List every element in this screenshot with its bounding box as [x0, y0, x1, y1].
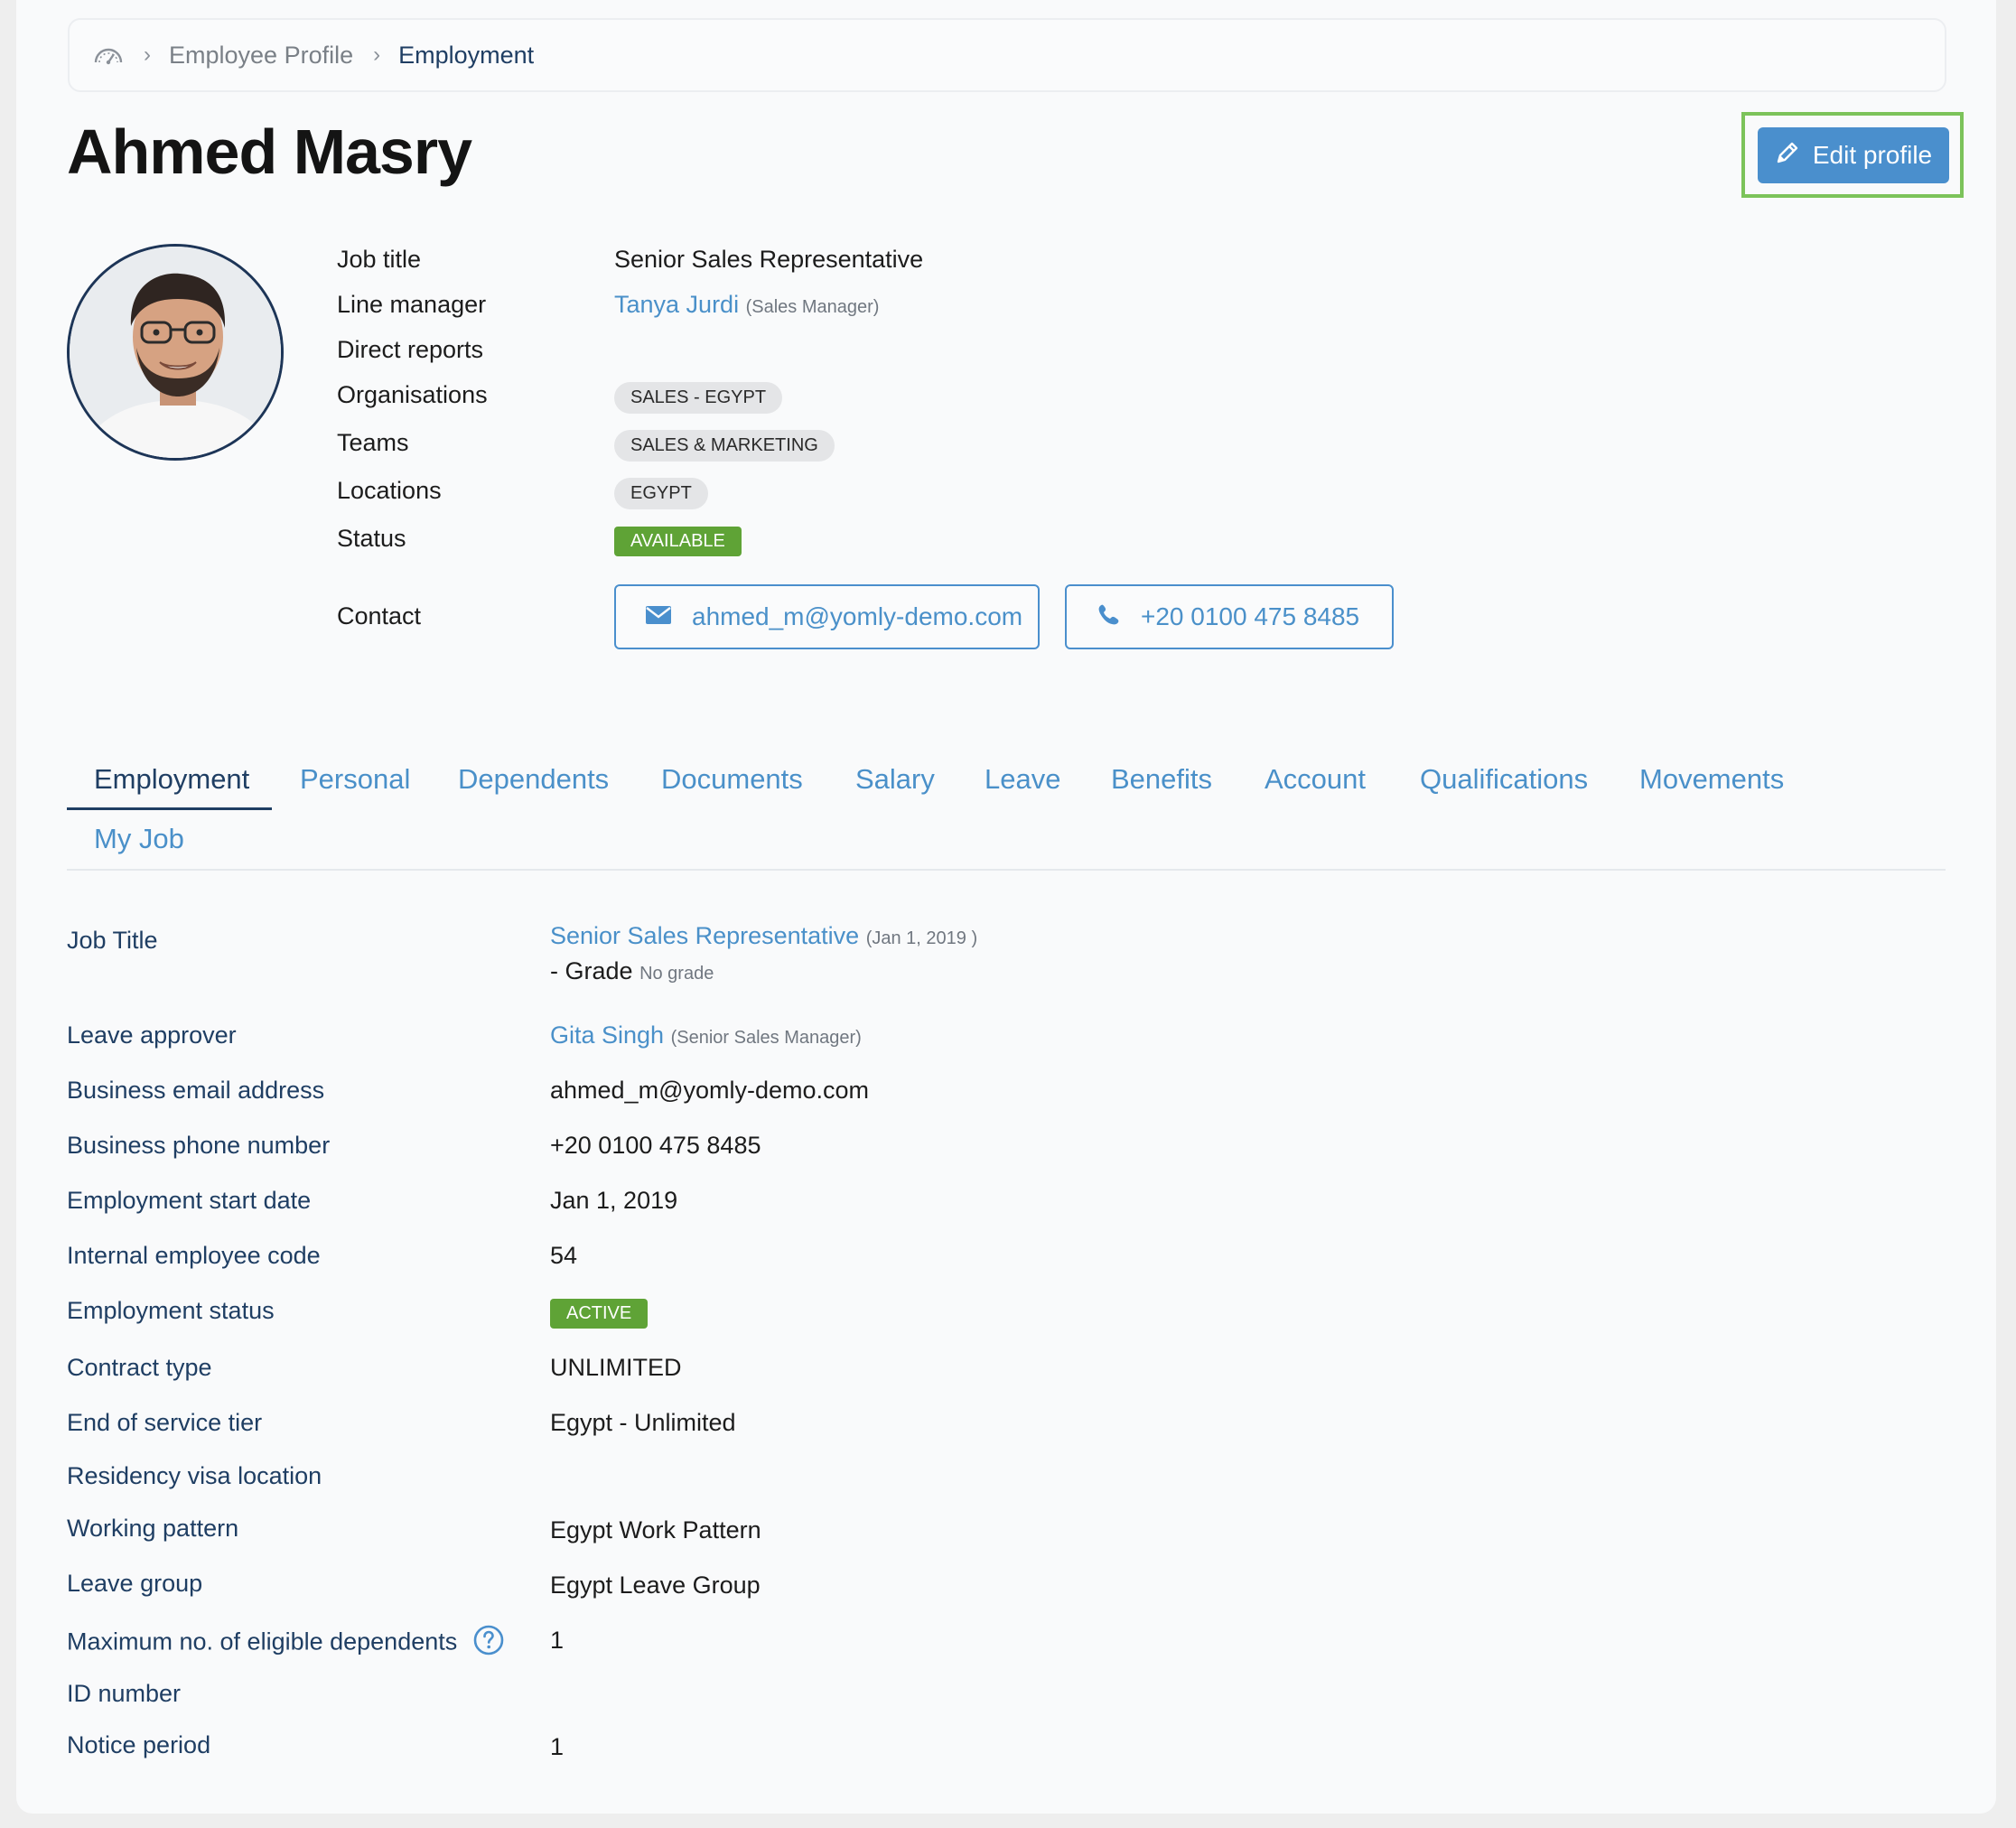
- tab-salary[interactable]: Salary: [855, 763, 935, 796]
- avatar: [67, 244, 284, 461]
- envelope-icon: [645, 602, 672, 631]
- leave-approver-link[interactable]: Gita Singh: [550, 1021, 664, 1049]
- leave-approver-role: (Senior Sales Manager): [670, 1028, 862, 1048]
- row-label: End of service tier: [67, 1409, 263, 1436]
- grade-value: No grade: [639, 964, 714, 984]
- chevron-right-icon: ›: [144, 42, 151, 67]
- label-organisations: Organisations: [337, 381, 488, 408]
- row-label: Maximum no. of eligible dependents: [67, 1627, 458, 1655]
- locations-value: EGYPT: [614, 477, 708, 509]
- row-label: Employment status: [67, 1297, 275, 1324]
- edit-profile-label: Edit profile: [1812, 141, 1933, 169]
- tab-my-job[interactable]: My Job: [94, 823, 184, 855]
- label-locations: Locations: [337, 477, 442, 504]
- row-label: Business phone number: [67, 1132, 331, 1159]
- row-value: Jan 1, 2019: [550, 1187, 678, 1214]
- row-value: Egypt Leave Group: [550, 1572, 761, 1599]
- tab-account[interactable]: Account: [1265, 763, 1366, 796]
- line-manager-role: (Sales Manager): [745, 297, 880, 317]
- breadcrumb-employment: Employment: [398, 41, 535, 69]
- status-value: AVAILABLE: [614, 525, 742, 556]
- chevron-right-icon: ›: [373, 42, 381, 67]
- email-text: ahmed_m@yomly-demo.com: [692, 602, 1023, 630]
- tab-benefits[interactable]: Benefits: [1111, 763, 1212, 796]
- tab-movements[interactable]: Movements: [1639, 763, 1784, 796]
- row-value: +20 0100 475 8485: [550, 1132, 761, 1159]
- row-value: Egypt Work Pattern: [550, 1516, 761, 1544]
- row-value: 54: [550, 1242, 578, 1269]
- row-label: Employment start date: [67, 1187, 312, 1214]
- tab-employment[interactable]: Employment: [94, 763, 249, 796]
- label-status: Status: [337, 525, 406, 552]
- row-label: Internal employee code: [67, 1242, 321, 1269]
- phone-text: +20 0100 475 8485: [1141, 602, 1360, 630]
- line-manager-link[interactable]: Tanya Jurdi: [614, 291, 739, 318]
- job-title-value: Senior Sales Representative: [614, 246, 924, 273]
- organisations-value: SALES - EGYPT: [614, 381, 783, 414]
- tabs-divider: [67, 869, 1946, 871]
- job-title-detail: Senior Sales Representative (Jan 1, 2019…: [550, 919, 977, 990]
- phone-icon: [1096, 602, 1121, 633]
- max-dependents-label-wrap: Maximum no. of eligible dependents: [67, 1625, 504, 1662]
- edit-profile-button[interactable]: Edit profile: [1758, 127, 1949, 183]
- row-value: ahmed_m@yomly-demo.com: [550, 1077, 870, 1104]
- page-title: Ahmed Masry: [67, 117, 472, 187]
- phone-contact-button[interactable]: +20 0100 475 8485: [1065, 584, 1394, 649]
- row-value: 1: [550, 1733, 565, 1760]
- row-label: Leave group: [67, 1570, 203, 1597]
- label-job-title: Job title: [337, 246, 422, 273]
- pencil-icon: [1775, 140, 1800, 172]
- row-value: UNLIMITED: [550, 1354, 682, 1381]
- organisation-chip: SALES - EGYPT: [614, 382, 783, 414]
- active-tab-indicator: [67, 807, 272, 810]
- leave-approver-value: Gita Singh (Senior Sales Manager): [550, 1021, 862, 1049]
- job-title-link[interactable]: Senior Sales Representative: [550, 922, 859, 949]
- grade-prefix: - Grade: [550, 957, 633, 984]
- row-label: Contract type: [67, 1354, 212, 1381]
- email-contact-button[interactable]: ahmed_m@yomly-demo.com: [614, 584, 1040, 649]
- row-label: Business email address: [67, 1077, 325, 1104]
- profile-panel: [16, 0, 1996, 1814]
- row-label: Leave approver: [67, 1021, 237, 1049]
- status-badge: AVAILABLE: [614, 527, 742, 556]
- tab-dependents[interactable]: Dependents: [458, 763, 609, 796]
- row-label: Residency visa location: [67, 1462, 322, 1489]
- line-manager-value: Tanya Jurdi (Sales Manager): [614, 291, 879, 319]
- tab-documents[interactable]: Documents: [661, 763, 803, 796]
- row-label: ID number: [67, 1680, 182, 1707]
- tab-personal[interactable]: Personal: [300, 763, 410, 796]
- employment-status-value: ACTIVE: [550, 1297, 649, 1329]
- tab-qualifications[interactable]: Qualifications: [1420, 763, 1588, 796]
- question-circle-icon[interactable]: [473, 1625, 504, 1662]
- location-chip: EGYPT: [614, 478, 708, 509]
- tab-leave[interactable]: Leave: [985, 763, 1060, 796]
- team-chip: SALES & MARKETING: [614, 430, 835, 462]
- label-line-manager: Line manager: [337, 291, 487, 318]
- row-value: 1: [550, 1627, 565, 1654]
- row-label: Job Title: [67, 927, 158, 954]
- row-label: Working pattern: [67, 1515, 239, 1542]
- breadcrumb: › Employee Profile › Employment: [68, 18, 1946, 92]
- label-contact: Contact: [337, 602, 422, 630]
- breadcrumb-employee-profile[interactable]: Employee Profile: [169, 42, 353, 70]
- row-value: Egypt - Unlimited: [550, 1409, 736, 1436]
- label-direct-reports: Direct reports: [337, 336, 484, 363]
- teams-value: SALES & MARKETING: [614, 429, 835, 462]
- employment-status-badge: ACTIVE: [550, 1299, 649, 1329]
- job-title-date: (Jan 1, 2019 ): [865, 928, 978, 948]
- row-label: Notice period: [67, 1731, 211, 1758]
- dashboard-gauge-icon[interactable]: [93, 44, 124, 66]
- label-teams: Teams: [337, 429, 409, 456]
